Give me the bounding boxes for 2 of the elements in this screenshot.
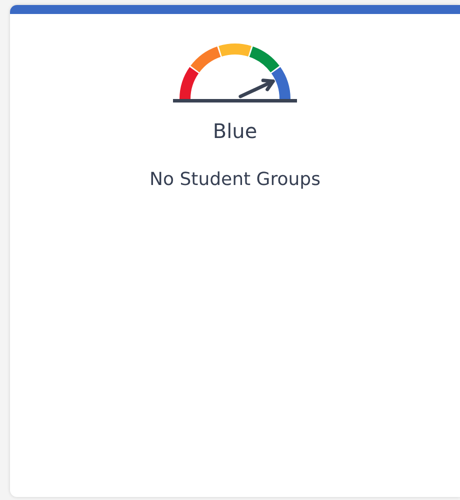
rating-label: Blue <box>212 119 258 143</box>
student-groups-text: No Student Groups <box>150 169 320 190</box>
